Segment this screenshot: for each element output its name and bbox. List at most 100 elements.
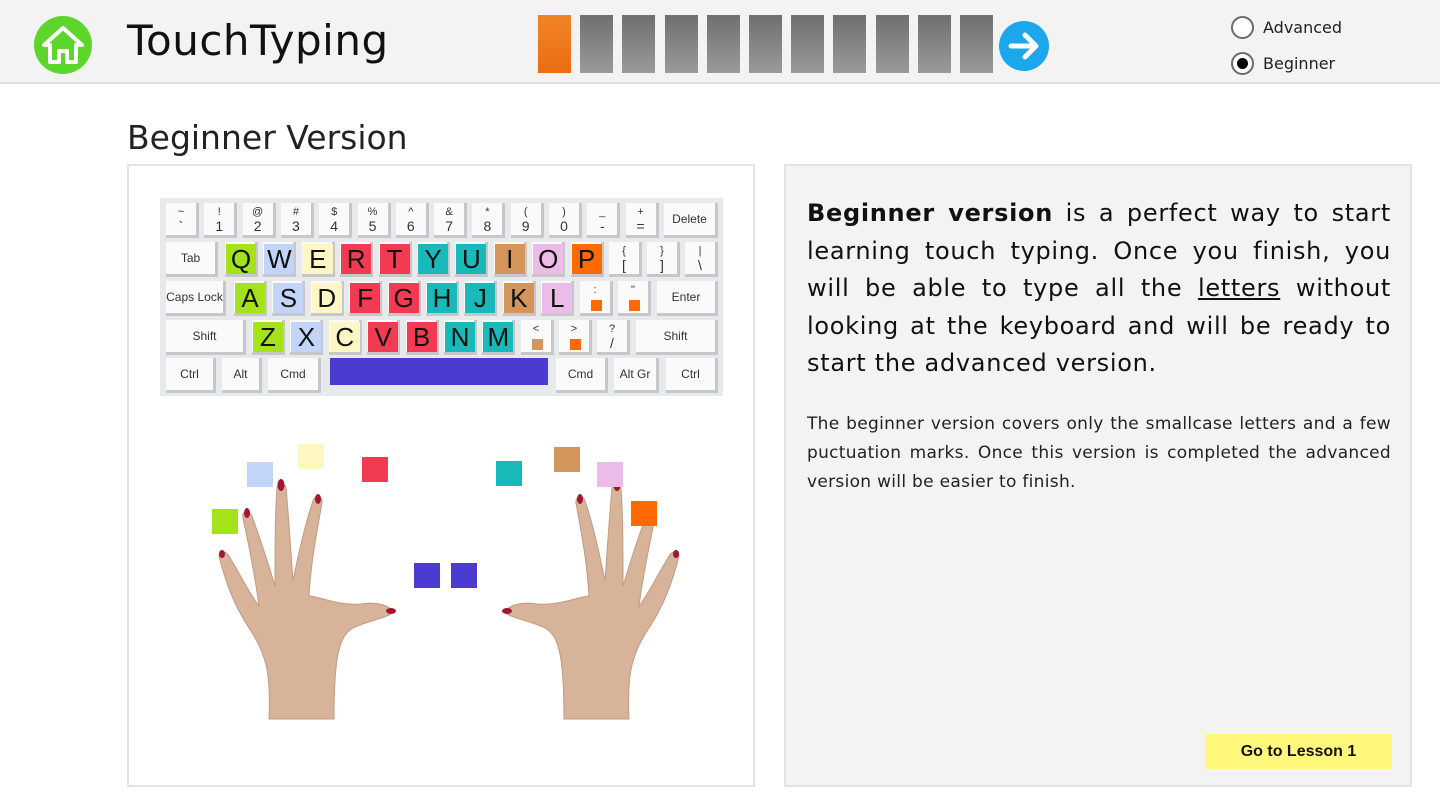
letter-key-g: G xyxy=(388,283,419,313)
number-key-char: 2 xyxy=(253,218,262,234)
letter-key-d: D xyxy=(311,283,342,313)
number-key-char: ` xyxy=(178,218,184,234)
app-title: TouchTyping xyxy=(127,16,389,65)
bracket-key: {[ xyxy=(609,242,642,277)
bracket-key-char: \ xyxy=(698,257,702,273)
number-key-char: - xyxy=(599,218,605,234)
punctuation-key: : xyxy=(580,281,613,316)
number-key-shift-char: * xyxy=(485,206,490,218)
tab-key-label: Tab xyxy=(180,251,201,265)
delete-key: Delete xyxy=(664,203,718,238)
beginner-radio[interactable] xyxy=(1231,51,1254,75)
letter-key-o: O xyxy=(533,244,564,274)
advanced-radio[interactable] xyxy=(1231,15,1254,39)
number-key: #3 xyxy=(280,203,314,238)
number-key-shift-char: & xyxy=(445,206,453,218)
finger-square-right-pinky xyxy=(631,501,657,526)
letter-key-e: E xyxy=(302,244,333,274)
progress-segment xyxy=(538,15,571,73)
punctuation-key-shift-char: < xyxy=(532,323,540,335)
letter-key-u: U xyxy=(456,244,487,274)
keyboard-panel: ~ `! 1 @2 #3 $4% 5 ^ 6 & 7 * 8(9) 0 _ - + = Delete Tab Q W E R T… xyxy=(127,164,755,787)
letter-key-c: C xyxy=(329,322,360,352)
letter-key-l: L xyxy=(542,283,573,313)
bracket-key: | \ xyxy=(685,242,718,277)
version-option-beginner[interactable]: Beginner xyxy=(1231,50,1335,76)
advanced-label: Advanced xyxy=(1263,17,1343,37)
info-bold-lead: Beginner version xyxy=(807,199,1053,227)
bracket-key-shift-char: { xyxy=(622,245,626,257)
finger-square-left-middle xyxy=(298,444,324,469)
letter-key-r: R xyxy=(341,244,372,274)
right-cmd-key-label: Cmd xyxy=(567,367,594,381)
keyboard-diagram: ~ `! 1 @2 #3 $4% 5 ^ 6 & 7 * 8(9) 0 _ - + = Delete Tab Q W E R T… xyxy=(160,198,723,396)
progress-segment xyxy=(622,15,656,73)
number-key: ^ 6 xyxy=(395,203,429,238)
left-cmd-key: Cmd xyxy=(268,358,321,393)
number-key-char: 5 xyxy=(368,218,377,234)
finger-square-right-thumb xyxy=(451,563,477,588)
home-button[interactable] xyxy=(34,16,92,74)
punctuation-key-shift-char: " xyxy=(631,284,635,296)
letter-key-s: S xyxy=(273,283,304,313)
finger-square-left-index xyxy=(362,457,388,482)
beginner-label: Beginner xyxy=(1263,53,1336,73)
arrow-right-icon xyxy=(1008,32,1039,60)
enter-key: Enter xyxy=(657,281,718,316)
number-key: * 8 xyxy=(472,203,506,238)
left-alt-key-label: Alt xyxy=(233,367,248,381)
bracket-key-char: ] xyxy=(660,257,664,273)
number-key-char: 9 xyxy=(521,218,530,234)
number-key-shift-char: ! xyxy=(217,206,221,218)
letter-key-j: J xyxy=(465,283,496,313)
number-key: @2 xyxy=(242,203,276,238)
info-secondary-text: The beginner version covers only the sma… xyxy=(807,414,1391,492)
right-shift-key: Shift xyxy=(636,320,718,355)
finger-square-right-ring xyxy=(597,462,623,487)
right-cmd-key: Cmd xyxy=(556,358,608,393)
number-key: + = xyxy=(625,203,659,238)
number-key: (9 xyxy=(510,203,544,238)
progress-segment xyxy=(580,15,614,73)
go-to-lesson-button[interactable]: Go to Lesson 1 xyxy=(1205,734,1392,769)
finger-square-left-thumb xyxy=(414,563,440,588)
number-key-char: 8 xyxy=(483,218,492,234)
left-shift-key-label: Shift xyxy=(192,329,217,343)
number-key: $4 xyxy=(319,203,353,238)
letter-key-p: P xyxy=(571,244,602,274)
punctuation-color-box xyxy=(532,339,543,350)
number-key-shift-char: ) xyxy=(562,206,566,218)
next-lesson-button[interactable] xyxy=(999,21,1049,71)
info-main-text: Beginner version is a perfect way to sta… xyxy=(807,195,1391,383)
punctuation-key-shift-char: : xyxy=(593,284,597,296)
home-icon xyxy=(42,26,84,64)
progress-segment xyxy=(917,15,951,73)
punctuation-key: " xyxy=(618,281,651,316)
letter-key-i: I xyxy=(494,244,525,274)
left-shift-key: Shift xyxy=(166,320,246,355)
left-cmd-key-label: Cmd xyxy=(280,367,306,381)
number-key-shift-char: # xyxy=(292,206,299,218)
punctuation-key: < xyxy=(521,320,554,355)
progress-segment xyxy=(875,15,909,73)
punctuation-key-shift-char: > xyxy=(570,323,578,335)
slash-key-shift-char: ? xyxy=(608,323,616,335)
letter-key-z: Z xyxy=(253,322,283,352)
letter-key-h: H xyxy=(427,283,457,313)
punctuation-color-box xyxy=(591,300,602,311)
number-key-char: 4 xyxy=(330,218,339,234)
letter-key-t: T xyxy=(379,244,410,274)
letter-key-w: W xyxy=(264,244,295,274)
right-ctrl-key-label: Ctrl xyxy=(681,367,700,381)
number-key: % 5 xyxy=(357,203,391,238)
number-key-shift-char: @ xyxy=(252,206,264,218)
number-key-shift-char: % xyxy=(367,206,378,218)
letter-key-n: N xyxy=(445,322,475,352)
number-key-char: = xyxy=(636,218,645,234)
slash-key: ? / xyxy=(597,320,630,355)
number-key: ~ ` xyxy=(166,203,199,238)
version-option-advanced[interactable]: Advanced xyxy=(1231,14,1342,40)
number-key-shift-char: + xyxy=(637,206,644,218)
number-key-shift-char: ^ xyxy=(408,206,414,218)
right-shift-key-label: Shift xyxy=(663,329,688,343)
